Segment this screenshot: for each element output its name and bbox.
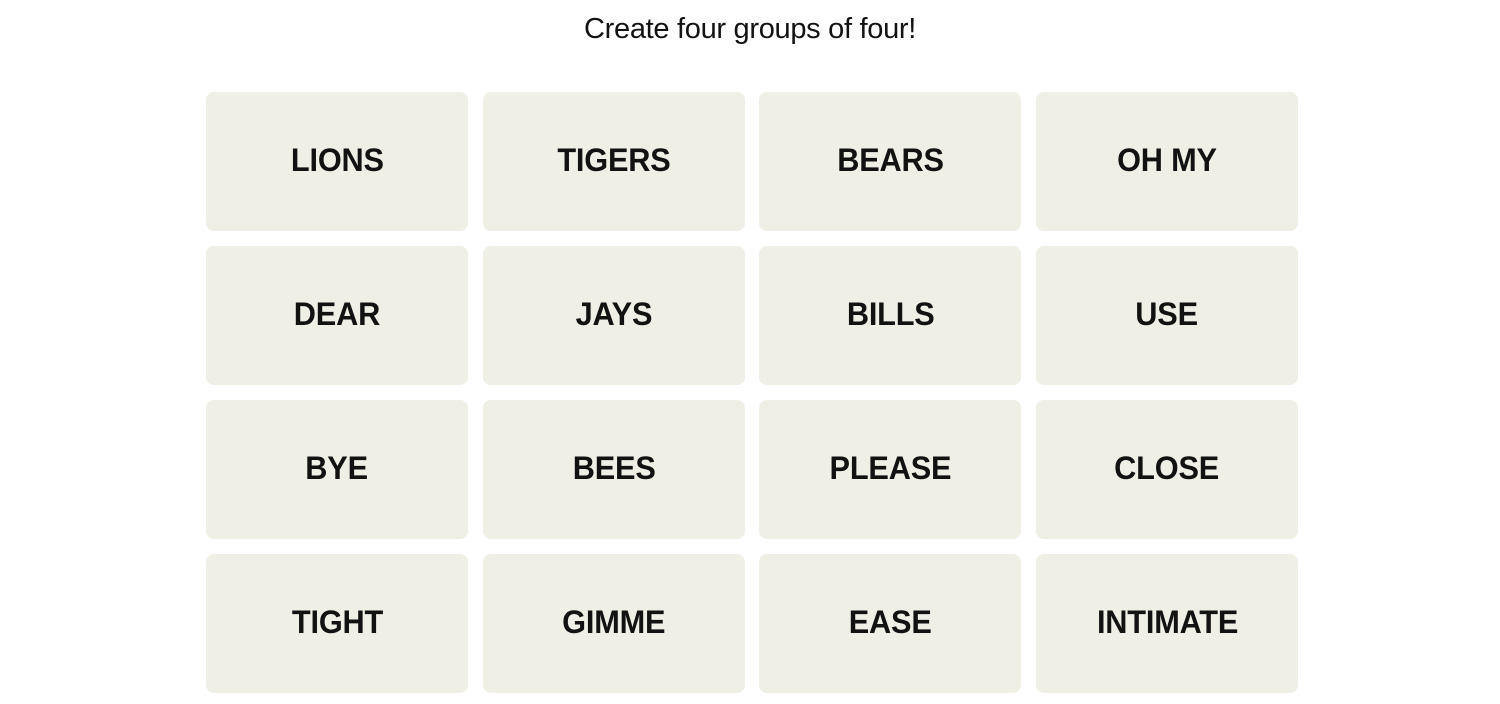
word-tile[interactable]: BEES — [482, 400, 745, 539]
word-tile-label: TIGERS — [557, 142, 671, 178]
word-tile[interactable]: INTIMATE — [1036, 554, 1299, 693]
word-tile-label: BEES — [572, 450, 656, 486]
word-tile-label: EASE — [848, 604, 932, 640]
word-tile[interactable]: TIGERS — [482, 92, 745, 231]
word-tile[interactable]: USE — [1036, 246, 1299, 385]
word-tile[interactable]: GIMME — [482, 554, 745, 693]
word-tile[interactable]: OH MY — [1036, 92, 1299, 231]
word-tile[interactable]: DEAR — [206, 246, 468, 385]
word-tile-label: BEARS — [837, 142, 944, 178]
word-tile-label: JAYS — [575, 296, 653, 332]
word-tile[interactable]: BYE — [206, 400, 468, 539]
word-tile-label: DEAR — [293, 296, 381, 332]
word-tile[interactable]: TIGHT — [206, 554, 468, 693]
word-tile[interactable]: LIONS — [206, 92, 468, 231]
word-tile-label: BILLS — [846, 296, 935, 332]
word-tile-label: INTIMATE — [1096, 604, 1238, 640]
word-tile[interactable]: EASE — [759, 554, 1022, 693]
word-tile[interactable]: CLOSE — [1036, 400, 1299, 539]
word-tile[interactable]: BEARS — [759, 92, 1022, 231]
word-tile-label: BYE — [305, 450, 369, 486]
word-tile-label: LIONS — [290, 142, 384, 178]
word-tile-label: OH MY — [1117, 142, 1217, 178]
word-tile-label: TIGHT — [291, 604, 383, 640]
word-tile-label: GIMME — [562, 604, 666, 640]
instructions-text: Create four groups of four! — [583, 13, 917, 45]
word-tile-label: PLEASE — [829, 450, 952, 486]
word-tile-label: CLOSE — [1114, 450, 1220, 486]
word-board: LIONS TIGERS BEARS OH MY DEAR JAYS BILLS… — [206, 92, 1299, 693]
word-tile[interactable]: JAYS — [482, 246, 745, 385]
word-tile-label: USE — [1135, 296, 1199, 332]
word-tile[interactable]: PLEASE — [759, 400, 1022, 539]
word-tile[interactable]: BILLS — [759, 246, 1022, 385]
